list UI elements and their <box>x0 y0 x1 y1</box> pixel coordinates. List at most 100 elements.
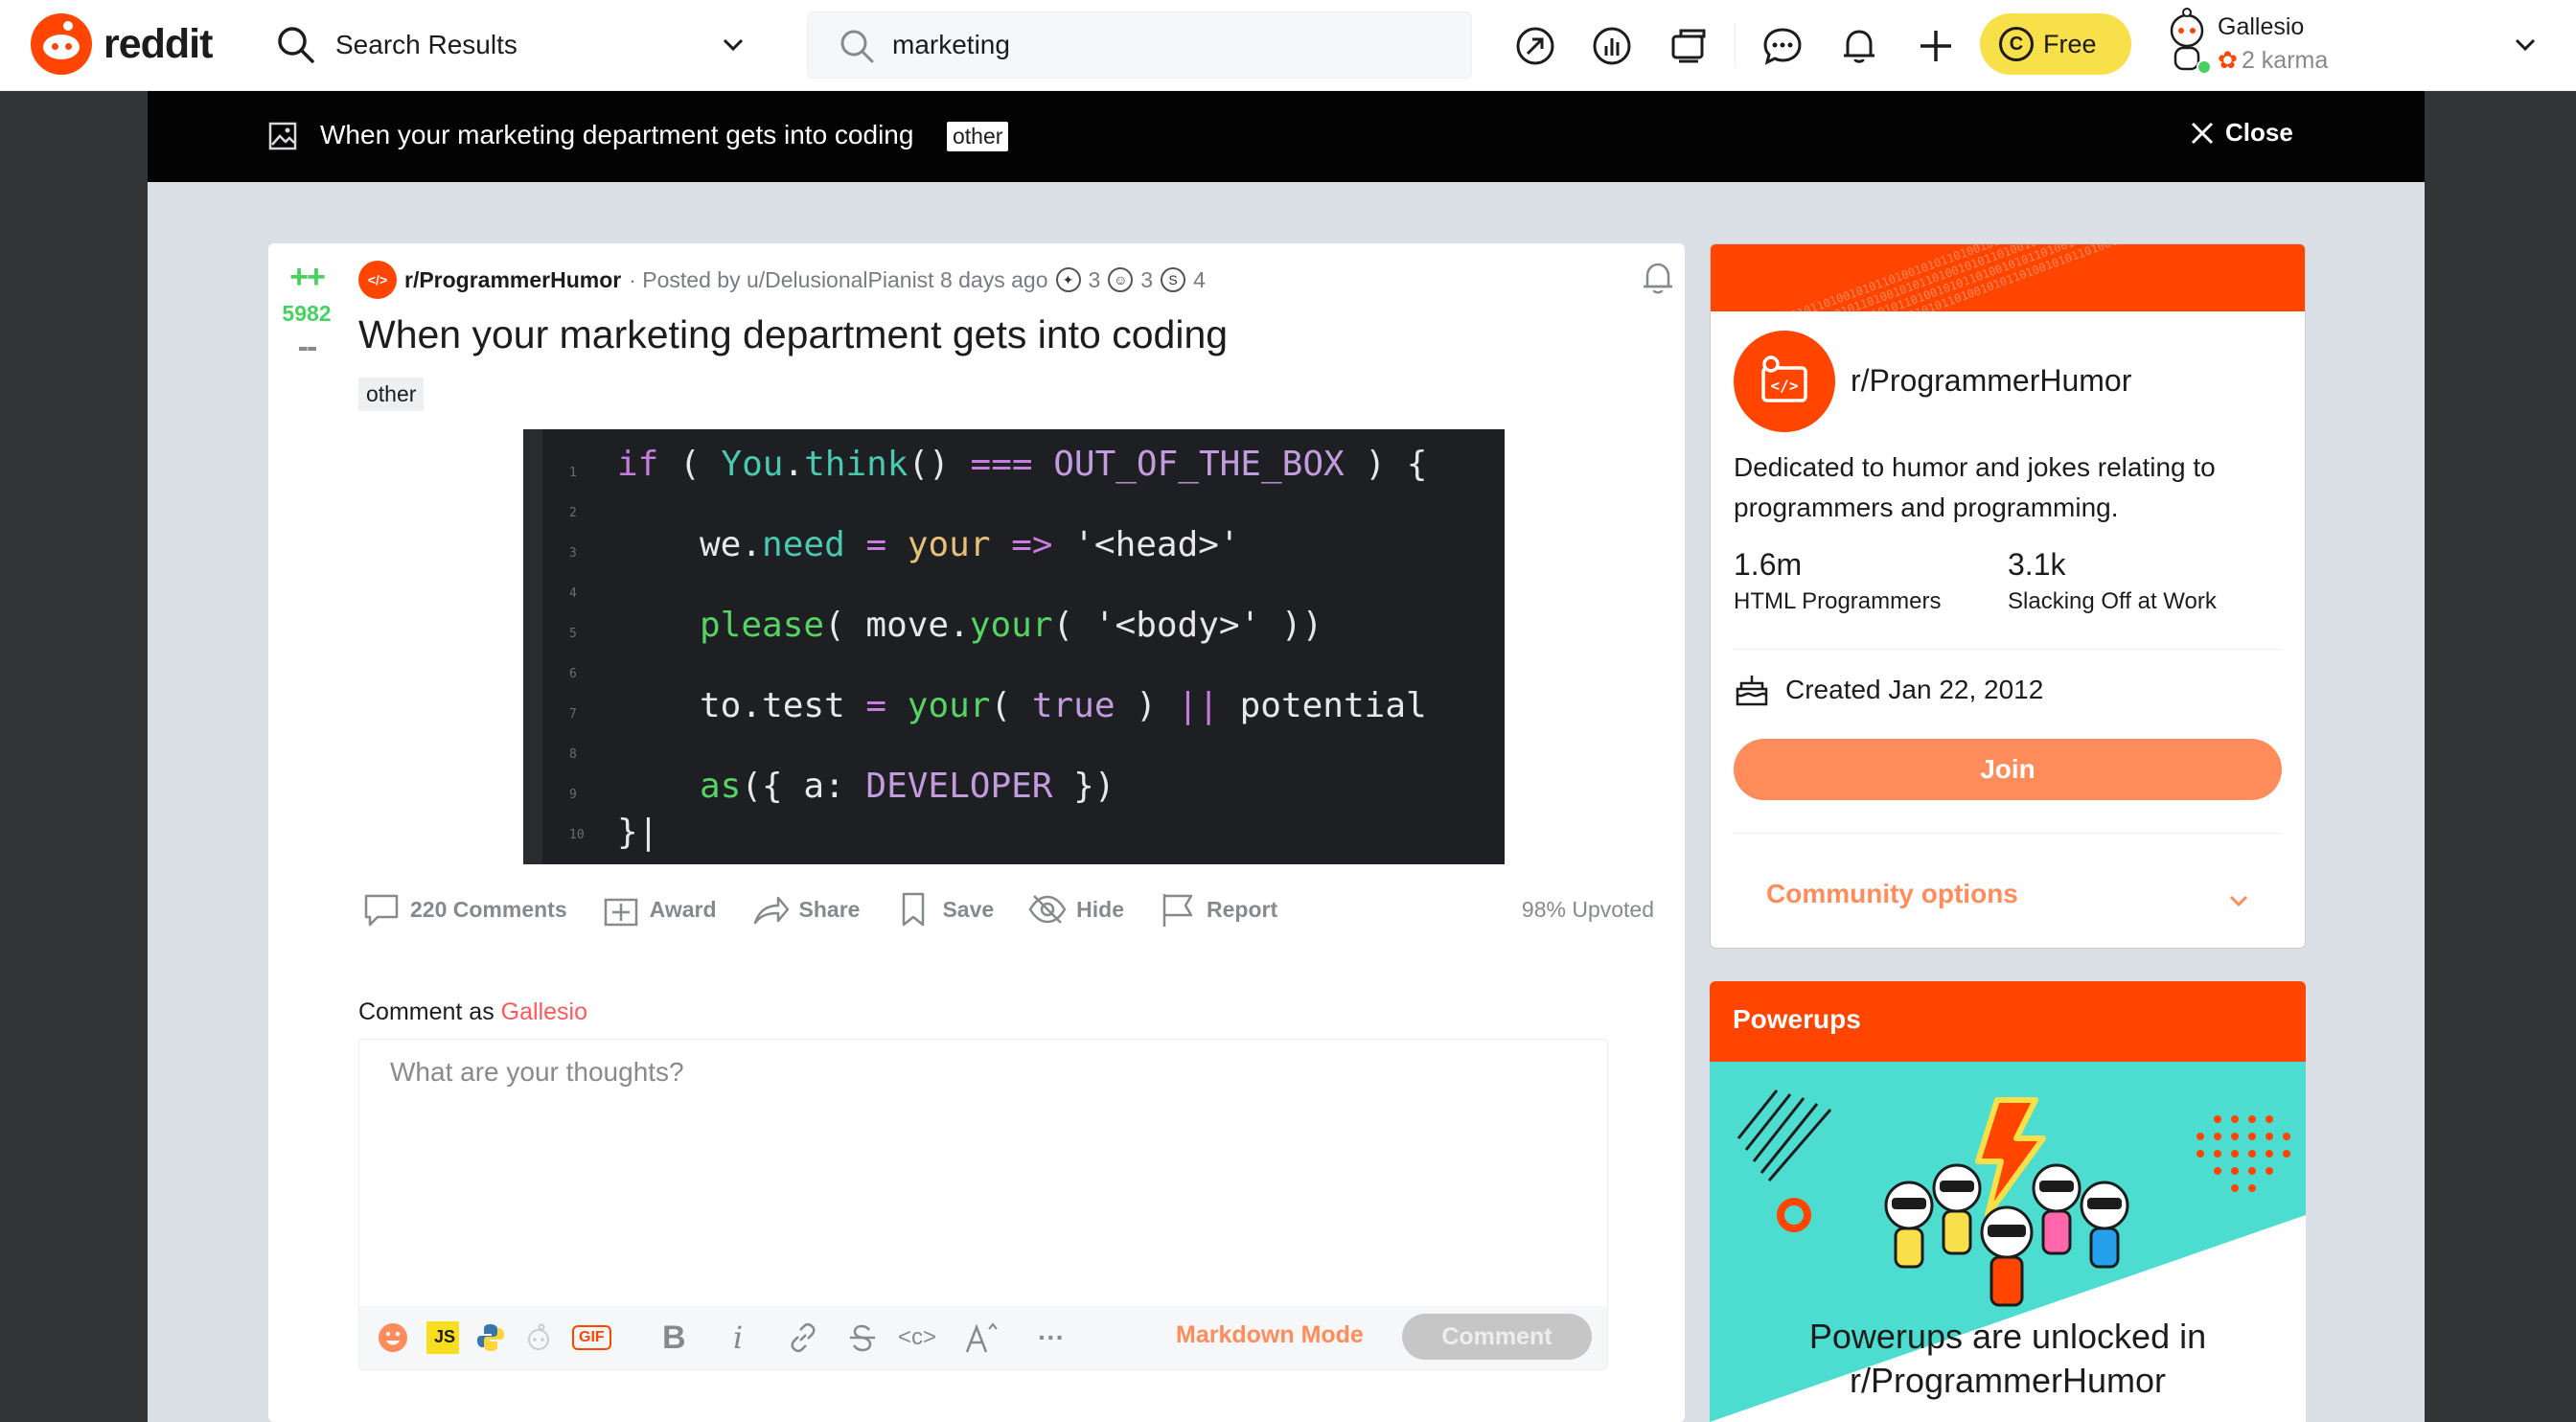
hide-button[interactable]: Hide <box>1028 890 1124 929</box>
powerups-title: Powerups <box>1710 981 2306 1062</box>
community-name[interactable]: r/ProgrammerHumor <box>1851 363 2131 399</box>
more-options-icon[interactable]: ··· <box>1038 1321 1065 1354</box>
powerups-text-line1: Powerups are unlocked in <box>1808 1317 2207 1356</box>
comments-button[interactable]: 220 Comments <box>362 890 567 929</box>
save-button[interactable]: Save <box>894 890 994 929</box>
code-line-3: we.need = your => '<head>' <box>700 525 1240 564</box>
banner-pattern: 1001010101011010010101101001010110100101… <box>1711 244 2305 311</box>
subreddit-link[interactable]: r/ProgrammerHumor <box>404 267 621 293</box>
comment-submit-button[interactable]: Comment <box>1402 1314 1592 1360</box>
subreddit-logo-icon[interactable]: </> <box>1734 331 1835 432</box>
report-button[interactable]: Report <box>1159 890 1277 929</box>
flag-icon <box>1162 894 1193 927</box>
line-number: 1 <box>569 466 577 480</box>
join-button[interactable]: Join <box>1734 739 2282 800</box>
search-input[interactable] <box>892 24 1448 66</box>
gif-icon[interactable]: GIF <box>572 1321 611 1354</box>
post-actions: 220 Comments Award Share Save Hide Repor… <box>362 885 1312 933</box>
user-menu[interactable]: Gallesio ✿ 2 karma <box>2156 6 2540 82</box>
follow-post-bell-icon[interactable] <box>1639 259 1677 297</box>
close-label: Close <box>2225 118 2293 147</box>
chevron-down-icon <box>2515 38 2536 52</box>
downvote-button[interactable]: -- <box>278 331 335 363</box>
hide-eye-icon <box>1028 895 1067 924</box>
create-post-icon[interactable] <box>1915 25 1957 67</box>
upvote-ratio: 98% Upvoted <box>1521 897 1654 922</box>
popular-icon[interactable] <box>1514 25 1556 67</box>
hide-label: Hide <box>1076 896 1125 922</box>
silver-award-icon[interactable]: S <box>1161 267 1186 292</box>
vote-count: 5982 <box>282 301 332 326</box>
powerups-text-line2[interactable]: r/ProgrammerHumor <box>1710 1359 2306 1403</box>
bookmark-icon <box>903 892 925 927</box>
chat-rooms-icon[interactable] <box>1668 25 1710 67</box>
logo-text: reddit <box>104 20 213 67</box>
emoji-icon[interactable] <box>377 1321 409 1354</box>
chevron-down-icon[interactable] <box>2224 886 2253 915</box>
chevron-down-icon <box>723 38 744 52</box>
superscript-icon[interactable] <box>963 1321 1001 1354</box>
close-icon <box>2191 122 2214 144</box>
award-count: 3 <box>1088 266 1101 292</box>
line-number: 3 <box>569 546 577 561</box>
bold-icon[interactable]: B <box>662 1319 686 1356</box>
stats-icon[interactable] <box>1591 25 1633 67</box>
line-number: 5 <box>569 627 577 641</box>
chat-icon[interactable] <box>1761 25 1804 67</box>
search-bar[interactable] <box>807 11 1472 79</box>
share-icon <box>753 896 789 925</box>
username: Gallesio <box>2218 13 2305 40</box>
helpful-award-icon[interactable]: ✦ <box>1055 267 1081 292</box>
nav-dropdown[interactable]: Search Results <box>270 17 757 73</box>
community-banner: 1001010101011010010101101001010110100101… <box>1711 244 2305 311</box>
divider <box>1734 833 2282 834</box>
post-flair[interactable]: other <box>358 378 425 411</box>
wholesome-award-icon[interactable]: ☺ <box>1108 267 1134 292</box>
comment-user-link[interactable]: Gallesio <box>501 998 587 1025</box>
search-icon <box>278 27 314 63</box>
save-label: Save <box>942 896 995 922</box>
award-count: 3 <box>1140 266 1154 292</box>
comment-textarea[interactable] <box>359 1040 1607 1306</box>
strikethrough-icon[interactable] <box>846 1321 879 1354</box>
python-snippet-icon[interactable] <box>474 1321 507 1354</box>
post-image[interactable]: 1 2 3 4 5 6 7 8 9 10 if ( You.think() ==… <box>523 429 1505 864</box>
upvote-button[interactable]: ++ <box>278 261 335 293</box>
avatar <box>2170 8 2212 75</box>
share-label: Share <box>798 896 861 922</box>
link-icon[interactable] <box>787 1321 819 1354</box>
award-button[interactable]: Award <box>602 890 717 929</box>
javascript-snippet-icon[interactable]: JS <box>426 1321 459 1354</box>
members-count: 1.6m <box>1734 547 1803 582</box>
line-number: 10 <box>569 828 585 842</box>
line-number: 2 <box>569 506 577 520</box>
award-label: Award <box>649 896 717 922</box>
gift-icon <box>604 898 637 927</box>
powerups-description: Powerups are unlocked in r/ProgrammerHum… <box>1710 1315 2306 1403</box>
community-options-toggle[interactable]: Community options <box>1766 879 2018 909</box>
post-title[interactable]: When your marketing department gets into… <box>358 312 1228 357</box>
cake-icon <box>1736 676 1768 706</box>
posted-by[interactable]: · Posted by u/DelusionalPianist 8 days a… <box>629 267 1047 293</box>
snoomoji-icon[interactable] <box>522 1321 555 1354</box>
post-card: ++ 5982 -- </> r/ProgrammerHumor · Poste… <box>268 243 1685 1422</box>
powerups-card: Powerups Powerups are unlocked in r/Prog… <box>1710 981 2306 1422</box>
karma-label: 2 karma <box>2241 46 2329 74</box>
markdown-mode-button[interactable]: Markdown Mode <box>1176 1321 1364 1349</box>
comment-as-label: Comment as Gallesio <box>358 998 587 1026</box>
about-community-card: 1001010101011010010101101001010110100101… <box>1710 243 2306 949</box>
free-coins-button[interactable]: C Free <box>1980 13 2131 75</box>
line-number: 9 <box>569 788 577 802</box>
notifications-icon[interactable] <box>1838 25 1880 67</box>
line-number: 8 <box>569 747 577 762</box>
italic-icon[interactable]: i <box>733 1319 743 1356</box>
share-button[interactable]: Share <box>751 890 861 929</box>
search-icon <box>840 30 874 63</box>
created-label: Created Jan 22, 2012 <box>1785 675 2044 704</box>
subreddit-icon[interactable]: </> <box>358 261 397 299</box>
line-number: 6 <box>569 667 577 681</box>
reddit-logo[interactable]: reddit <box>31 13 213 75</box>
inline-code-icon[interactable]: <c> <box>898 1321 936 1354</box>
close-button[interactable]: Close <box>2189 118 2293 148</box>
coin-icon: C <box>1999 27 2034 61</box>
